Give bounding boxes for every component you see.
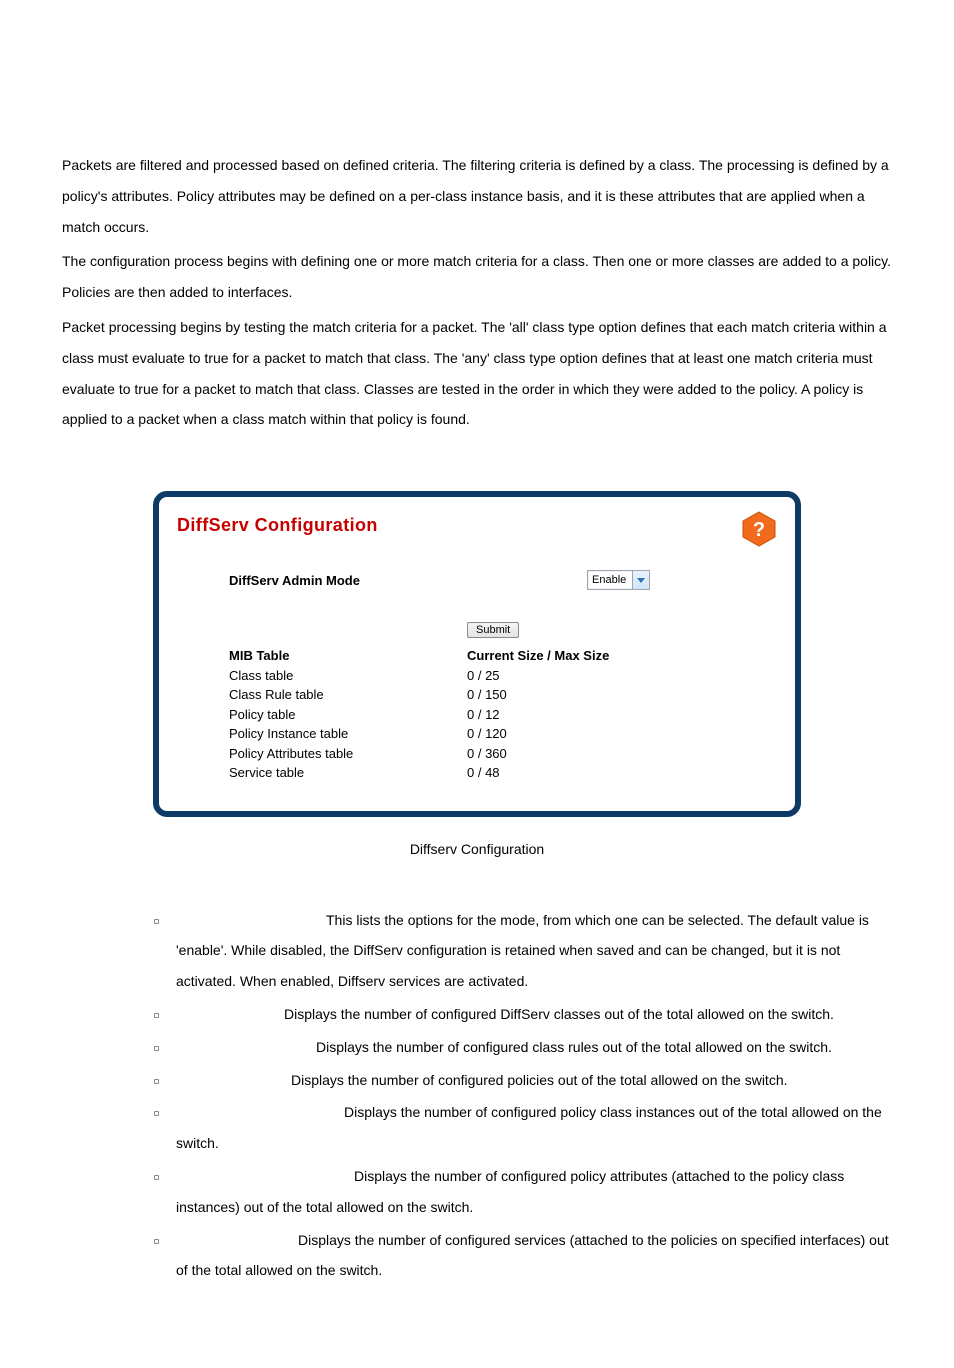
mib-row-value: 0 / 12 xyxy=(467,705,609,725)
panel-title: DiffServ Configuration xyxy=(177,515,777,536)
mib-row-name: Policy table xyxy=(229,705,467,725)
definition-text: Displays the number of configured servic… xyxy=(176,1232,889,1279)
list-item: Displays the number of configured policy… xyxy=(152,1161,892,1223)
chevron-down-icon xyxy=(632,571,649,589)
help-icon[interactable]: ? xyxy=(741,511,777,547)
mib-row-name: Service table xyxy=(229,763,467,783)
intro-paragraph-2: The configuration process begins with de… xyxy=(62,246,892,308)
definition-text: Displays the number of configured class … xyxy=(316,1039,832,1055)
list-item: Displays the number of configured class … xyxy=(152,1032,892,1063)
admin-mode-select[interactable]: Enable xyxy=(587,570,650,590)
list-item: Displays the number of configured servic… xyxy=(152,1225,892,1287)
submit-button[interactable]: Submit xyxy=(467,622,519,638)
svg-text:?: ? xyxy=(753,519,765,541)
diffserv-config-panel: DiffServ Configuration ? DiffServ Admin … xyxy=(153,491,801,817)
intro-paragraph-1: Packets are filtered and processed based… xyxy=(62,150,892,242)
definition-text: Displays the number of configured policy… xyxy=(176,1168,844,1215)
intro-paragraph-3: Packet processing begins by testing the … xyxy=(62,312,892,435)
mib-row-value: 0 / 48 xyxy=(467,763,609,783)
mib-row-value: 0 / 120 xyxy=(467,724,609,744)
admin-mode-label: DiffServ Admin Mode xyxy=(177,573,467,588)
mib-row-name: Policy Attributes table xyxy=(229,744,467,764)
list-item: Displays the number of configured DiffSe… xyxy=(152,999,892,1030)
mib-table-header: MIB Table xyxy=(229,646,467,666)
mib-row-name: Class Rule table xyxy=(229,685,467,705)
definition-text: Displays the number of configured DiffSe… xyxy=(284,1006,834,1022)
mib-size-header: Current Size / Max Size xyxy=(467,646,609,666)
definition-text: Displays the number of configured polici… xyxy=(291,1072,788,1088)
definition-text: Displays the number of configured policy… xyxy=(176,1104,882,1151)
figure-caption: Diffserv Configuration xyxy=(62,841,892,857)
definition-text: This lists the options for the mode, fro… xyxy=(176,912,869,990)
mib-row-value: 0 / 360 xyxy=(467,744,609,764)
list-item: Displays the number of configured policy… xyxy=(152,1097,892,1159)
definitions-list: This lists the options for the mode, fro… xyxy=(62,905,892,1287)
mib-row-name: Policy Instance table xyxy=(229,724,467,744)
list-item: Displays the number of configured polici… xyxy=(152,1065,892,1096)
mib-row-value: 0 / 25 xyxy=(467,666,609,686)
admin-mode-value: Enable xyxy=(592,574,632,586)
mib-row-name: Class table xyxy=(229,666,467,686)
list-item: This lists the options for the mode, fro… xyxy=(152,905,892,997)
mib-row-value: 0 / 150 xyxy=(467,685,609,705)
